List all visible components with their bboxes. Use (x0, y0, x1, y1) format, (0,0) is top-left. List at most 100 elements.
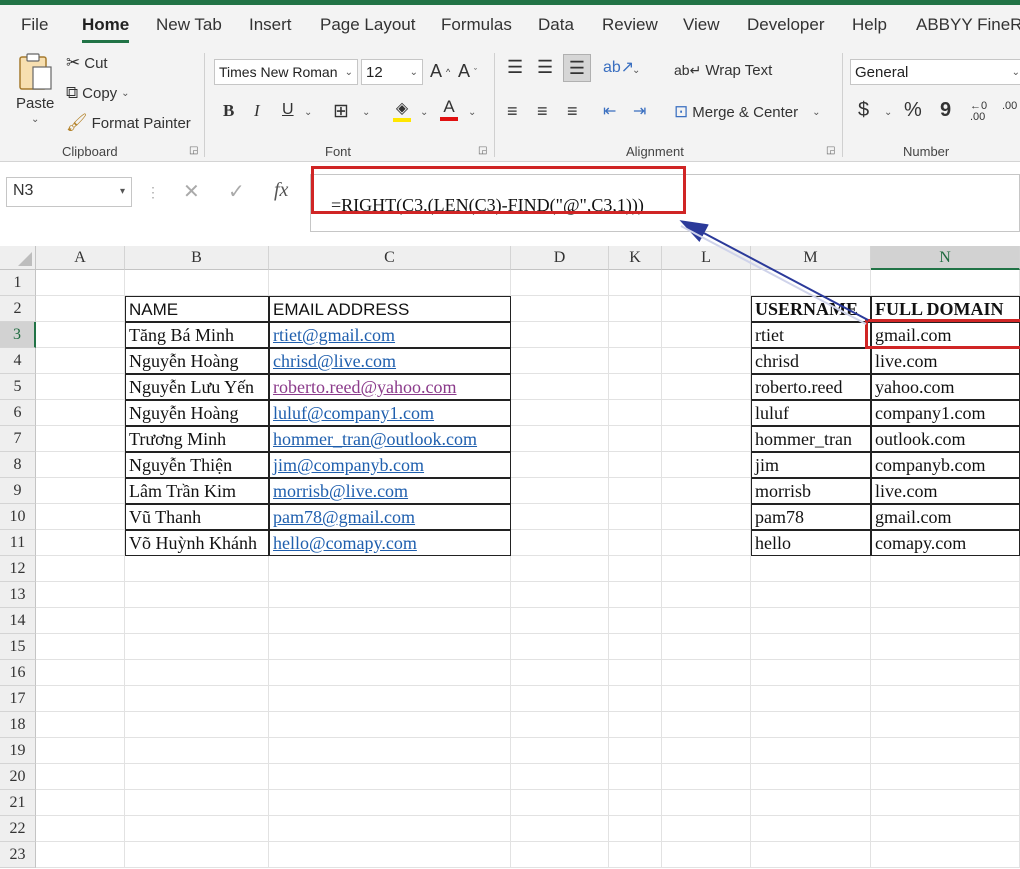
cell[interactable] (125, 270, 269, 296)
cell[interactable] (662, 712, 751, 738)
cell[interactable] (511, 322, 609, 348)
cell[interactable] (125, 660, 269, 686)
cell[interactable] (662, 608, 751, 634)
number-format-select[interactable]: General ⌄ (850, 59, 1020, 85)
cell[interactable] (36, 660, 125, 686)
cell[interactable] (662, 556, 751, 582)
column-header[interactable]: B (125, 246, 269, 270)
cell[interactable] (269, 270, 511, 296)
row-header[interactable]: 6 (0, 400, 36, 426)
row-header[interactable]: 20 (0, 764, 36, 790)
row-header[interactable]: 16 (0, 660, 36, 686)
cell[interactable]: luluf@company1.com (269, 400, 511, 426)
chevron-down-icon[interactable]: ⌄ (420, 107, 428, 118)
cell[interactable] (125, 764, 269, 790)
tab-formulas[interactable]: Formulas (441, 15, 512, 35)
row-header[interactable]: 1 (0, 270, 36, 296)
cell[interactable] (511, 712, 609, 738)
row-header[interactable]: 8 (0, 452, 36, 478)
cell[interactable] (662, 348, 751, 374)
cell[interactable] (662, 504, 751, 530)
cell[interactable] (36, 816, 125, 842)
row-header[interactable]: 10 (0, 504, 36, 530)
cell[interactable] (609, 712, 662, 738)
cell[interactable] (751, 842, 871, 868)
cell[interactable]: luluf (751, 400, 871, 426)
cell[interactable] (871, 556, 1020, 582)
tab-home[interactable]: Home (82, 15, 130, 43)
column-header[interactable]: L (662, 246, 751, 270)
italic-button[interactable]: I (254, 101, 260, 121)
tab-view[interactable]: View (683, 15, 720, 35)
cell[interactable] (751, 686, 871, 712)
cell[interactable] (269, 816, 511, 842)
row-header[interactable]: 2 (0, 296, 36, 322)
column-header[interactable]: N (871, 246, 1020, 270)
row-header[interactable]: 22 (0, 816, 36, 842)
cell[interactable] (36, 270, 125, 296)
cell[interactable] (751, 556, 871, 582)
cell[interactable]: rtiet@gmail.com (269, 322, 511, 348)
cell[interactable] (125, 842, 269, 868)
cell[interactable] (269, 556, 511, 582)
cell[interactable] (36, 322, 125, 348)
cell[interactable] (662, 452, 751, 478)
align-right-icon[interactable]: ≡ (567, 101, 578, 122)
cell[interactable] (871, 842, 1020, 868)
tab-insert[interactable]: Insert (249, 15, 292, 35)
cell[interactable]: jim@companyb.com (269, 452, 511, 478)
cell[interactable]: Nguyễn Thiện (125, 452, 269, 478)
cell[interactable] (662, 478, 751, 504)
cell[interactable] (511, 686, 609, 712)
cell[interactable] (36, 348, 125, 374)
copy-button[interactable]: ⧉ Copy ⌄ (66, 83, 130, 103)
table-header-cell[interactable]: NAME (125, 296, 269, 322)
cell[interactable] (511, 530, 609, 556)
cell[interactable] (609, 478, 662, 504)
cell[interactable] (269, 842, 511, 868)
chevron-down-icon[interactable]: ⌄ (304, 107, 312, 118)
cell[interactable] (662, 816, 751, 842)
tab-data[interactable]: Data (538, 15, 574, 35)
cell[interactable] (36, 426, 125, 452)
tab-page-layout[interactable]: Page Layout (320, 15, 415, 35)
cell[interactable] (511, 582, 609, 608)
cell[interactable]: company1.com (871, 400, 1020, 426)
font-color-button[interactable]: A (440, 97, 458, 121)
align-center-icon[interactable]: ≡ (537, 101, 548, 122)
cell[interactable] (36, 374, 125, 400)
cell[interactable] (662, 686, 751, 712)
row-header[interactable]: 18 (0, 712, 36, 738)
cell[interactable] (609, 348, 662, 374)
cell[interactable] (662, 660, 751, 686)
cell[interactable] (125, 556, 269, 582)
dialog-launcher-icon[interactable]: ◲ (826, 145, 835, 156)
column-header[interactable]: D (511, 246, 609, 270)
align-middle-icon[interactable]: ☰ (537, 57, 553, 78)
cell[interactable] (609, 504, 662, 530)
cell[interactable] (36, 400, 125, 426)
dialog-launcher-icon[interactable]: ◲ (189, 145, 198, 156)
orientation-icon[interactable]: ab↗ (603, 57, 634, 77)
cell[interactable] (609, 400, 662, 426)
cell[interactable] (511, 296, 609, 322)
cell[interactable] (751, 608, 871, 634)
cell[interactable]: rtiet (751, 322, 871, 348)
cell[interactable] (662, 270, 751, 296)
cell[interactable] (609, 426, 662, 452)
cell[interactable]: comapy.com (871, 530, 1020, 556)
cell[interactable]: Nguyễn Hoàng (125, 348, 269, 374)
cell[interactable]: live.com (871, 348, 1020, 374)
chevron-down-icon[interactable]: ⌄ (121, 88, 129, 99)
row-header[interactable]: 23 (0, 842, 36, 868)
cell[interactable] (609, 738, 662, 764)
row-header[interactable]: 14 (0, 608, 36, 634)
cell[interactable]: pam78@gmail.com (269, 504, 511, 530)
cell[interactable] (36, 634, 125, 660)
cell[interactable] (751, 738, 871, 764)
cell[interactable] (609, 686, 662, 712)
cell[interactable]: chrisd@live.com (269, 348, 511, 374)
cell[interactable] (751, 790, 871, 816)
cell[interactable] (511, 374, 609, 400)
chevron-down-icon[interactable]: ⌄ (632, 65, 640, 76)
